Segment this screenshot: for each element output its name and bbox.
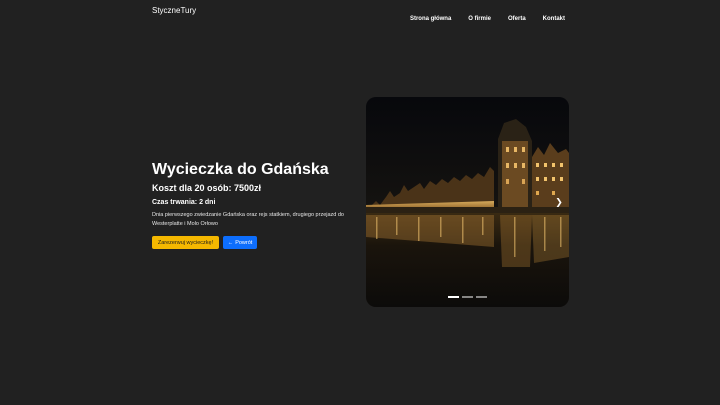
nav-link-offer[interactable]: Oferta bbox=[508, 16, 526, 22]
brand-link[interactable]: StyczneTury bbox=[152, 6, 196, 15]
carousel-indicator-3[interactable] bbox=[476, 296, 487, 298]
hero-text: Wycieczka do Gdańska Koszt dla 20 osób: … bbox=[152, 160, 362, 249]
gdansk-night-photo bbox=[366, 97, 569, 307]
arrow-left-icon: ← bbox=[227, 239, 234, 246]
carousel-indicators bbox=[366, 296, 569, 298]
nav-link-home[interactable]: Strona główna bbox=[410, 16, 451, 22]
carousel-indicator-2[interactable] bbox=[462, 296, 473, 298]
navbar: StyczneTury Strona główna O firmie Ofert… bbox=[0, 0, 720, 24]
tour-description: Dnia pierwszego zwiedzanie Gdańska oraz … bbox=[152, 212, 344, 227]
duration-heading: Czas trwania: 2 dni bbox=[152, 199, 216, 206]
carousel-next-button[interactable]: ❯ bbox=[553, 195, 565, 209]
carousel-indicator-1[interactable] bbox=[448, 296, 459, 298]
action-buttons: Zarezerwuj wycieczkę! ← Powrót bbox=[152, 236, 362, 249]
reserve-button[interactable]: Zarezerwuj wycieczkę! bbox=[152, 236, 219, 249]
page-title: Wycieczka do Gdańska bbox=[152, 161, 329, 178]
back-button-label: Powrót bbox=[235, 239, 253, 246]
back-button[interactable]: ← Powrót bbox=[223, 236, 257, 249]
price-heading: Koszt dla 20 osób: 7500zł bbox=[152, 183, 262, 193]
chevron-right-icon: ❯ bbox=[555, 196, 563, 207]
photo-carousel[interactable]: ❯ bbox=[366, 97, 569, 307]
nav-links: Strona główna O firmie Oferta Kontakt bbox=[410, 7, 565, 25]
nav-link-about[interactable]: O firmie bbox=[468, 16, 491, 22]
nav-link-contact[interactable]: Kontakt bbox=[543, 16, 565, 22]
